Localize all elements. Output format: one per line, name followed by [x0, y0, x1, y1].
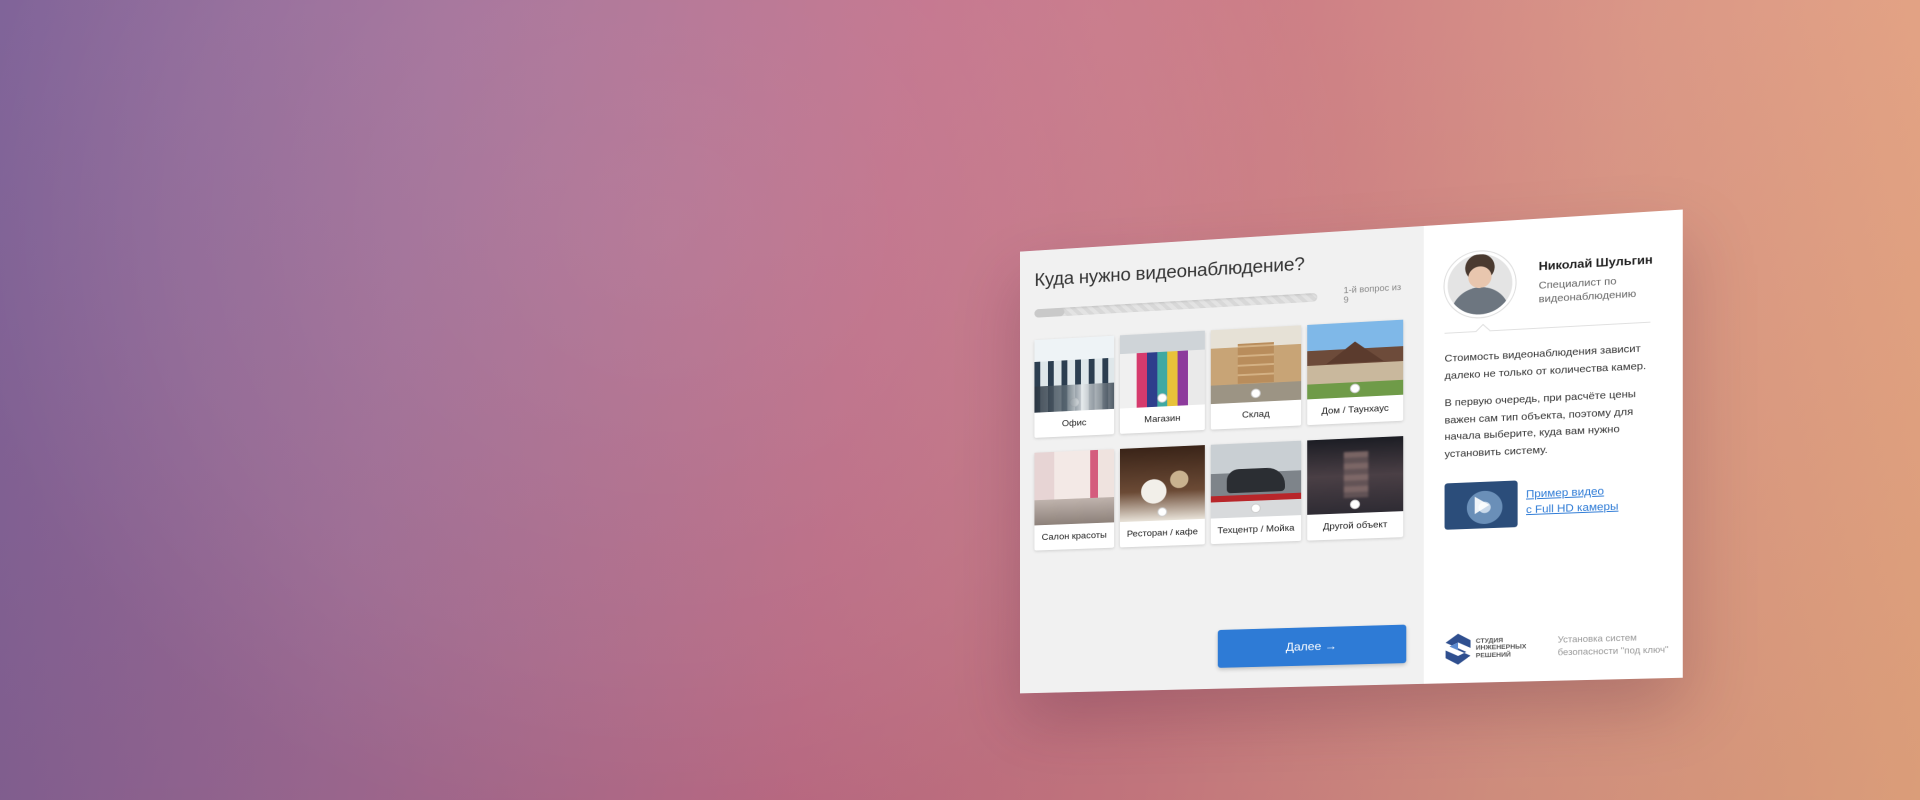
video-example-link[interactable]: Пример видео с Full HD камеры [1445, 475, 1662, 530]
option-label: Магазин [1120, 404, 1205, 433]
description-paragraph-2: В первую очередь, при расчёте цены важен… [1445, 385, 1656, 464]
option-label: Техцентр / Мойка [1211, 515, 1301, 544]
radio-button[interactable] [1251, 388, 1261, 398]
expert-role: Специалист по видеонаблюдению [1539, 272, 1667, 307]
option-house[interactable]: Дом / Таунхаус [1307, 320, 1403, 426]
expert-info: Николай Шульгин Специалист по видеонаблю… [1539, 252, 1667, 307]
other-object-image [1307, 436, 1403, 515]
options-grid: Офис Магазин Склад Дом / Таунхаус Салон … [1034, 319, 1408, 550]
option-office[interactable]: Офис [1034, 336, 1114, 438]
house-image [1307, 320, 1403, 400]
logo-text-line-3: РЕШЕНИЙ [1476, 651, 1530, 660]
video-link-text[interactable]: Пример видео с Full HD камеры [1526, 484, 1618, 519]
next-button[interactable]: Далее → [1218, 625, 1406, 668]
salon-image [1034, 449, 1114, 525]
option-restaurant[interactable]: Ресторан / кафе [1120, 445, 1205, 547]
option-label: Салон красоты [1034, 522, 1114, 550]
divider [1445, 322, 1651, 334]
quiz-widget-scene: Куда нужно видеонаблюдение? 1-й вопрос и… [1020, 235, 1670, 710]
radio-button[interactable] [1350, 499, 1360, 509]
service-center-image [1211, 441, 1301, 519]
expert-name: Николай Шульгин [1539, 252, 1667, 273]
option-label: Склад [1211, 400, 1301, 430]
option-shop[interactable]: Магазин [1120, 331, 1205, 434]
video-link-line-2: с Full HD камеры [1526, 500, 1618, 519]
company-logo-text: СТУДИЯ ИНЖЕНЕРНЫХ РЕШЕНИЙ [1476, 636, 1530, 659]
expert-block: Николай Шульгин Специалист по видеонаблю… [1445, 240, 1662, 319]
radio-button[interactable] [1350, 383, 1360, 393]
description-paragraph-1: Стоимость видеонаблюдения зависит далеко… [1445, 340, 1656, 386]
consultant-panel: Николай Шульгин Специалист по видеонаблю… [1424, 210, 1683, 684]
shop-image [1120, 331, 1205, 409]
quiz-card: Куда нужно видеонаблюдение? 1-й вопрос и… [1020, 210, 1683, 694]
progress-text: 1-й вопрос из 9 [1344, 282, 1409, 305]
footer: СТУДИЯ ИНЖЕНЕРНЫХ РЕШЕНИЙ Установка сист… [1445, 627, 1669, 666]
option-service-center[interactable]: Техцентр / Мойка [1211, 441, 1301, 544]
play-icon [1475, 496, 1490, 514]
quiz-panel: Куда нужно видеонаблюдение? 1-й вопрос и… [1020, 226, 1424, 693]
footer-note: Установка систем безопасности "под ключ" [1558, 631, 1669, 660]
video-thumbnail[interactable] [1445, 481, 1518, 530]
avatar [1445, 249, 1516, 319]
option-label: Ресторан / кафе [1120, 519, 1205, 548]
option-other[interactable]: Другой объект [1307, 436, 1403, 541]
footer-note-line-2: безопасности "под ключ" [1558, 644, 1669, 660]
warehouse-image [1211, 325, 1301, 404]
progress-bar [1034, 292, 1317, 317]
progress-bar-fill [1034, 307, 1064, 317]
option-label: Дом / Таунхаус [1307, 395, 1403, 425]
option-label: Офис [1034, 409, 1114, 438]
office-image [1034, 336, 1114, 413]
option-salon[interactable]: Салон красоты [1034, 449, 1114, 550]
option-label: Другой объект [1307, 511, 1403, 540]
company-logo-icon [1445, 632, 1472, 666]
radio-button[interactable] [1157, 507, 1167, 517]
radio-button[interactable] [1069, 511, 1079, 521]
option-warehouse[interactable]: Склад [1211, 325, 1301, 429]
radio-button[interactable] [1251, 503, 1261, 513]
radio-button[interactable] [1157, 393, 1167, 403]
restaurant-image [1120, 445, 1205, 522]
radio-button[interactable] [1069, 397, 1079, 407]
